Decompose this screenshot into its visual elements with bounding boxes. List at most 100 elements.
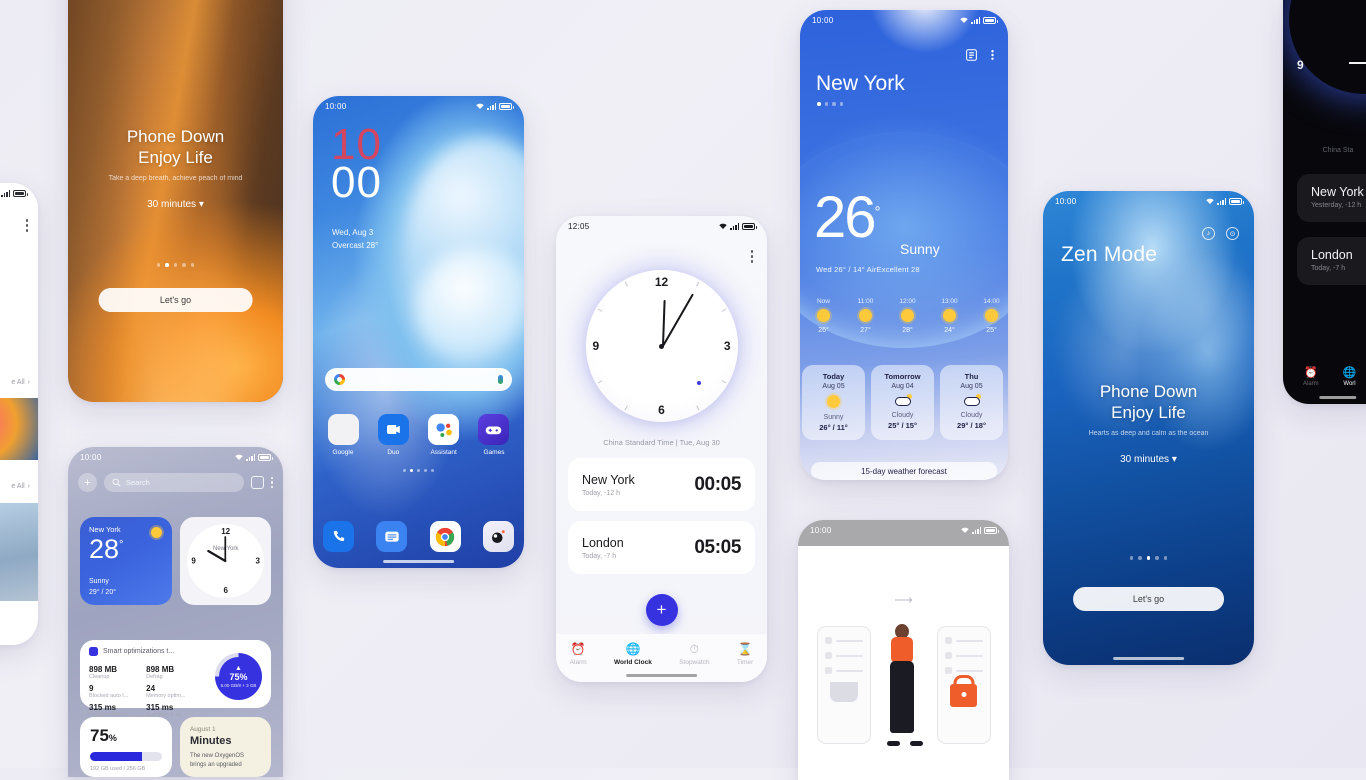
search-input[interactable]: Search: [104, 473, 244, 492]
zen-title: Zen Mode: [1061, 243, 1158, 266]
gallery-bottom-bar[interactable]: ara: [0, 601, 38, 645]
daily-forecast[interactable]: Today Aug 05 Sunny 26° / 11° Tomorrow Au…: [802, 365, 1008, 440]
note-widget[interactable]: August 1 Minutes The new OxygenOS brings…: [179, 717, 271, 777]
nav-item-world-clock[interactable]: 🌐 World Clock: [614, 642, 652, 666]
phone-dark-clock[interactable]: 9 China Sta New York Yesterday, -12 h Lo…: [1283, 0, 1366, 404]
phone-widgets-screen[interactable]: 10:00 + Search New York 28° Sunny 29° / …: [68, 447, 283, 777]
clock-widget[interactable]: 10 00: [331, 123, 382, 207]
daily-card[interactable]: Tomorrow Aug 04 Cloudy 25° / 15°: [871, 365, 934, 440]
google-search-bar[interactable]: [325, 368, 512, 391]
signal-icon: [487, 103, 496, 110]
phone-home-screen[interactable]: 10:00 10 00 Wed, Aug 3 Overcast 28° Goog…: [313, 96, 524, 568]
more-icon[interactable]: [750, 250, 753, 263]
stat-label: Memory optim...: [146, 693, 186, 699]
more-icon[interactable]: [25, 219, 28, 232]
photo-thumbnail[interactable]: [0, 398, 38, 460]
day-date: Aug 05: [960, 383, 983, 390]
stat-value: 898 MB: [146, 665, 175, 674]
nav-item-alarm[interactable]: ⏰ Alarm: [1303, 366, 1319, 387]
daily-card[interactable]: Today Aug 05 Sunny 26° / 11°: [802, 365, 865, 440]
status-bar: 10:00: [798, 520, 1009, 540]
optimizer-widget[interactable]: Smart optimizations t... 898 MB Cleanup …: [80, 640, 271, 718]
day-date: Aug 04: [891, 383, 914, 390]
forecast-button[interactable]: 15-day weather forecast: [811, 462, 997, 480]
nav-item-alarm[interactable]: ⏰ Alarm: [569, 641, 587, 666]
world-clock-row[interactable]: New York Yesterday, -12 h: [1297, 174, 1366, 222]
optimizer-stat-col-1: 898 MB Cleanup 9 Blocked auto l... 315 m…: [89, 661, 128, 718]
calendar-icon[interactable]: [250, 476, 264, 489]
phone-zen-mode-blue[interactable]: 10:00 ♪ ⊙ Zen Mode Phone Down Enjoy Life…: [1043, 191, 1254, 665]
weather-widget[interactable]: New York 28° Sunny 29° / 20°: [80, 517, 173, 605]
city-name: New York: [582, 472, 635, 487]
nav-label: Alarm: [569, 658, 587, 666]
illustration-screen: 10:00 ⟶: [798, 520, 1009, 780]
wifi-icon: [476, 103, 485, 109]
home-indicator: [1319, 396, 1357, 399]
clock-widget-dial: 12 3 6 9 New York: [187, 524, 264, 598]
games-icon: [478, 414, 510, 445]
day-name: Today: [822, 372, 845, 381]
alarm-icon: ⏰: [570, 641, 586, 656]
phone-icon[interactable]: [323, 521, 354, 552]
messages-icon[interactable]: [376, 521, 408, 552]
app-label: Games: [483, 449, 505, 456]
profile-icon[interactable]: ⊙: [1226, 227, 1239, 240]
day-name: Tomorrow: [884, 372, 921, 381]
day-cond: Sunny: [823, 414, 844, 421]
more-icon[interactable]: [991, 48, 994, 66]
gallery-screen: e All › e All › ara: [0, 183, 38, 645]
pager-dots[interactable]: [1043, 556, 1254, 560]
daily-card[interactable]: Thu Aug 05 Cloudy 29° / 18°: [940, 365, 1003, 440]
zen-subtitle: Take a deep breath, achieve peach of min…: [108, 175, 243, 182]
battery-icon: [1229, 197, 1244, 205]
more-icon[interactable]: [270, 476, 273, 489]
world-clock-row[interactable]: New York Today, -12 h 00:05: [568, 458, 755, 511]
weather-app-screen: 10:00 New York 26° Sunny Wed 26° / 14° A…: [800, 10, 1008, 480]
world-clock-row[interactable]: London Today, -7 h 05:05: [568, 521, 755, 574]
signal-icon: [246, 454, 255, 461]
lets-go-button[interactable]: Let's go: [98, 288, 253, 312]
section-header-2[interactable]: e All ›: [11, 483, 30, 490]
section-header-1[interactable]: e All ›: [11, 379, 30, 386]
phone-clock-app[interactable]: 12:05 12 3 6 9 China Standard Time | Tue…: [556, 216, 767, 682]
zen-duration-select[interactable]: 30 minutes ▾: [1043, 454, 1254, 465]
wifi-icon: [1206, 198, 1215, 204]
nav-label: Stopwatch: [679, 658, 710, 666]
stat-label: Cleanup: [89, 674, 110, 680]
world-clock-row[interactable]: London Today, -7 h: [1297, 237, 1366, 285]
camera-icon[interactable]: [482, 521, 514, 552]
nav-item-timer[interactable]: ⌛ Timer: [737, 642, 753, 666]
app-icon-games[interactable]: Games: [474, 414, 514, 456]
city-offset: Today, -12 h: [582, 489, 621, 497]
pager-dots[interactable]: [68, 263, 283, 267]
sound-icon[interactable]: ♪: [1202, 227, 1215, 240]
storage-widget[interactable]: 75% 192 GB used / 256 GB: [80, 717, 172, 777]
phone-weather-app[interactable]: 10:00 New York 26° Sunny Wed 26° / 14° A…: [800, 10, 1008, 480]
pager-dots[interactable]: [817, 102, 843, 106]
chrome-icon[interactable]: [429, 521, 461, 552]
city-list-icon[interactable]: [966, 48, 977, 66]
add-widget-button[interactable]: +: [78, 473, 97, 492]
phone-zen-mode-orange[interactable]: Zen Mode Phone Down Enjoy Life Take a de…: [68, 0, 283, 402]
hourly-forecast[interactable]: Now 26° 11:00 27° 12:00 28° 13:00 24° 14…: [810, 298, 1008, 334]
nav-item-stopwatch[interactable]: ⏱ Stopwatch: [679, 642, 710, 666]
dock: [323, 521, 514, 552]
app-icon-duo[interactable]: Duo: [373, 414, 413, 456]
stat-value: 24: [146, 684, 156, 693]
add-city-button[interactable]: +: [645, 594, 678, 626]
clock-minute: 00: [331, 157, 382, 207]
nav-item-world-clock[interactable]: 🌐 Worl: [1343, 366, 1357, 387]
zen-duration-select[interactable]: 30 minutes ▾: [68, 199, 283, 210]
phone-illustration-screen[interactable]: 10:00 ⟶: [798, 520, 1009, 780]
date-weather-block[interactable]: Wed, Aug 3 Overcast 28°: [332, 226, 378, 252]
phone-gallery-partial[interactable]: e All › e All › ara: [0, 183, 38, 645]
app-icon-assistant[interactable]: Assistant: [424, 414, 464, 456]
dial-12: 12: [654, 275, 669, 289]
app-icon-google[interactable]: Google: [323, 414, 363, 456]
widgets-screen: 10:00 + Search New York 28° Sunny 29° / …: [68, 447, 283, 777]
status-icons: [476, 102, 514, 110]
microphone-icon[interactable]: [498, 375, 503, 384]
lets-go-button[interactable]: Let's go: [1072, 587, 1225, 611]
clock-widget[interactable]: 12 3 6 9 New York: [180, 517, 271, 605]
pager-dots[interactable]: [313, 469, 524, 472]
